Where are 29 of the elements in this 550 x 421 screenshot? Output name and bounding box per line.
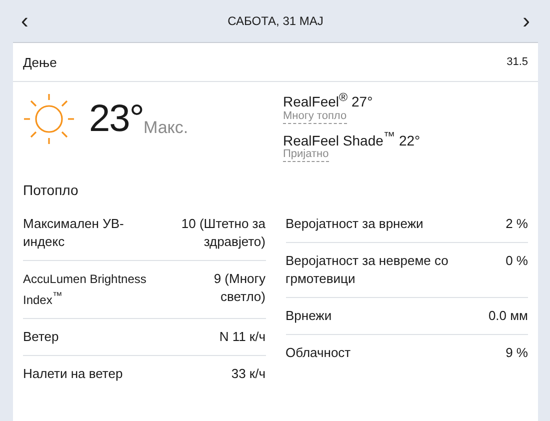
realfeel-value: RealFeel Shade$^{™}$ 22° bbox=[283, 130, 420, 148]
sun-icon bbox=[23, 93, 75, 145]
detail-value: N 11 к/ч bbox=[219, 328, 266, 346]
previous-day-button[interactable]: ‹ bbox=[17, 10, 32, 32]
detail-label: Облачност bbox=[286, 344, 351, 362]
detail-label: Ветер bbox=[23, 328, 59, 346]
detail-value: 9 (Многу светло) bbox=[212, 270, 266, 306]
detail-label: Максимален УВ-индекс bbox=[23, 215, 125, 252]
date-label: 31.5 bbox=[506, 56, 528, 68]
detail-label: Врнежи bbox=[286, 307, 332, 326]
detail-value: 10 (Штетно за здравјето) bbox=[180, 215, 266, 252]
realfeel-value: RealFeel$^{®}$ 27° bbox=[283, 91, 374, 110]
detail-value: 33 к/ч bbox=[231, 365, 266, 384]
date-title: САБОТА, 31 МАЈ bbox=[228, 14, 324, 28]
realfeel-description: Пријатно bbox=[283, 148, 329, 162]
realfeel-description: Многу топло bbox=[283, 110, 347, 124]
detail-label: Веројатност за невреме со грмотевици bbox=[286, 252, 450, 288]
detail-value: 9 % bbox=[506, 344, 528, 362]
detail-label: AccuLumen Brightness Index$^{™}$ bbox=[23, 271, 148, 310]
detail-value: 0 % bbox=[506, 252, 528, 270]
next-day-button[interactable]: › bbox=[518, 10, 534, 32]
detail-label: Налети на ветер bbox=[23, 365, 123, 384]
weather-phrase: Потопло bbox=[22, 181, 80, 198]
detail-value: 2 % bbox=[506, 215, 528, 234]
detail-label: Веројатност за врнежи bbox=[286, 215, 424, 234]
temperature: 23° bbox=[89, 98, 144, 140]
period-label: Дење bbox=[23, 54, 57, 70]
detail-value: 0.0 мм bbox=[488, 307, 528, 326]
temperature-label: Макс. bbox=[143, 118, 188, 138]
